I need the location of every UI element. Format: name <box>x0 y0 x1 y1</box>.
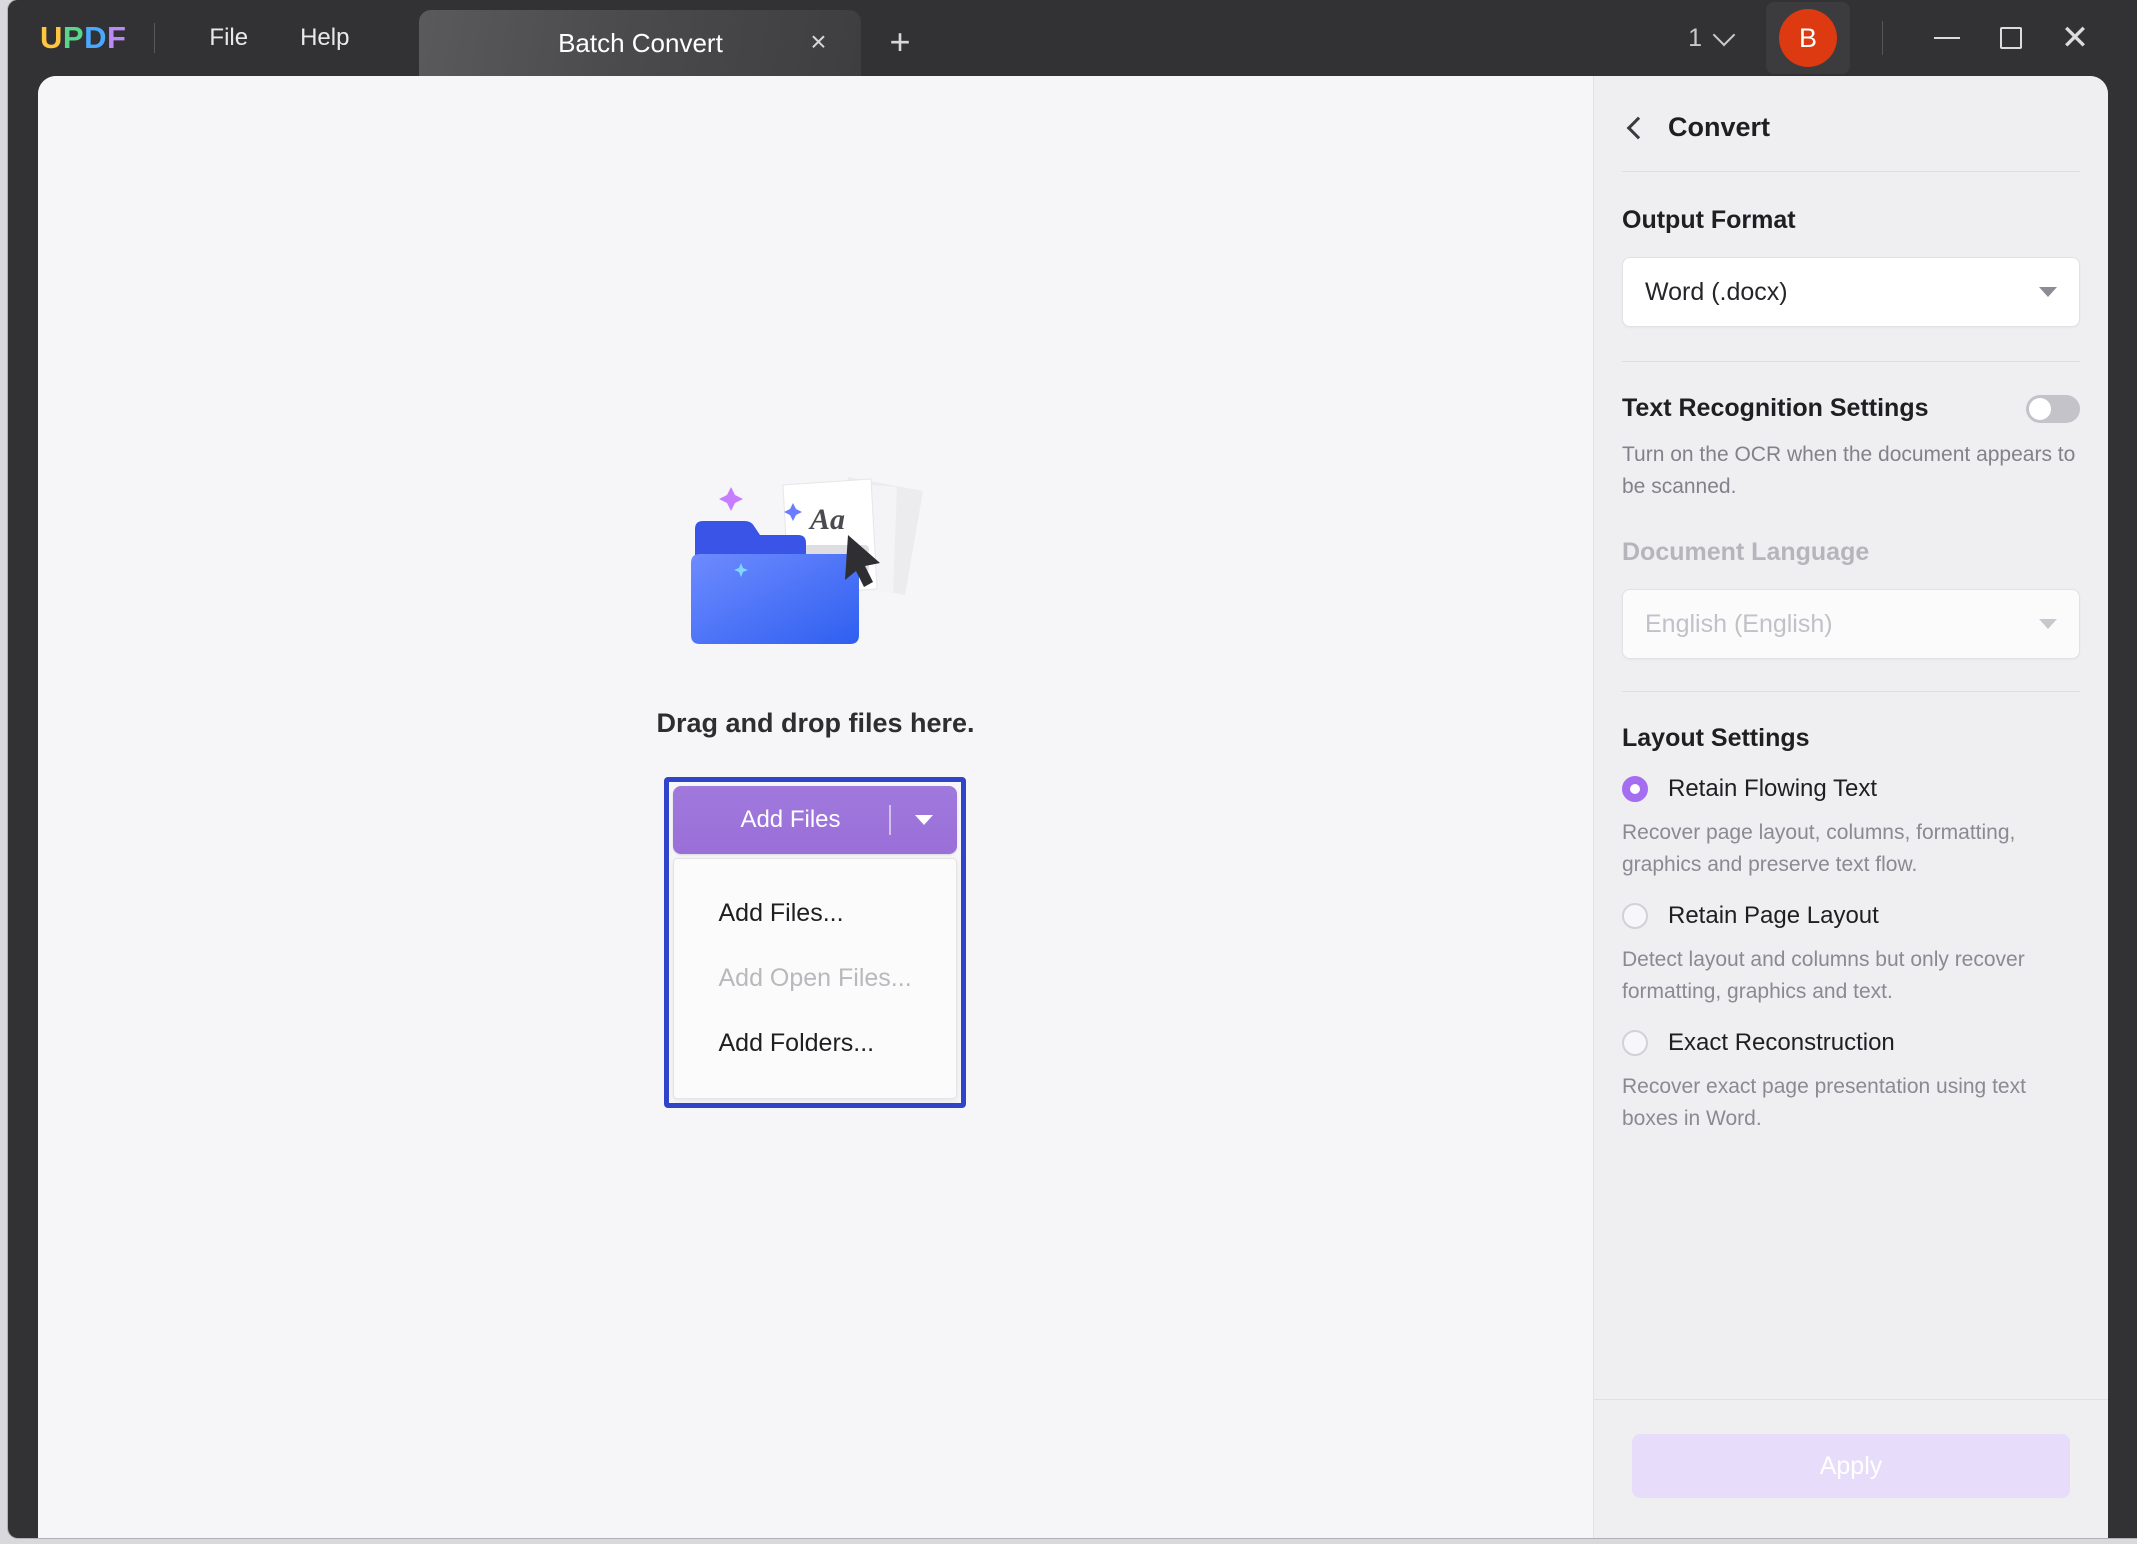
radio-hint: Detect layout and columns but only recov… <box>1622 944 2080 1007</box>
logo-letter-f: F <box>107 20 126 56</box>
add-files-highlight-group: Add Files Add Files... Add Open Files...… <box>664 777 966 1108</box>
add-files-button[interactable]: Add Files <box>673 786 957 854</box>
window-close-button[interactable]: ✕ <box>2043 6 2107 70</box>
radio-label: Retain Flowing Text <box>1668 775 1877 803</box>
text-recognition-heading: Text Recognition Settings <box>1622 394 1929 423</box>
radio-icon-selected <box>1622 776 1648 802</box>
panel-header: Convert <box>1594 76 2108 143</box>
app-window: U P D F File Help Batch Convert × + 1 B <box>8 0 2137 1538</box>
menu-item-add-files[interactable]: Add Files... <box>674 881 956 946</box>
minimize-button[interactable] <box>1915 6 1979 70</box>
chevron-down-icon <box>2039 287 2057 297</box>
divider <box>1622 361 2080 362</box>
account-button[interactable]: B <box>1766 2 1850 74</box>
back-chevron-icon[interactable] <box>1627 116 1650 139</box>
toggle-knob <box>2029 398 2051 420</box>
radio-label: Retain Page Layout <box>1668 902 1879 930</box>
apply-button[interactable]: Apply <box>1632 1434 2070 1498</box>
close-icon[interactable]: × <box>803 28 833 58</box>
menu-item-add-open-files: Add Open Files... <box>674 946 956 1011</box>
radio-hint: Recover page layout, columns, formatting… <box>1622 817 2080 880</box>
output-format-heading: Output Format <box>1622 206 2080 235</box>
minimize-icon <box>1934 37 1960 39</box>
output-format-value: Word (.docx) <box>1645 278 2039 307</box>
document-language-select: English (English) <box>1622 589 2080 659</box>
titlebar-right: 1 B ✕ <box>1688 0 2137 76</box>
panel-footer: Apply <box>1594 1399 2108 1538</box>
folder-documents-illustration: Aa <box>665 467 965 682</box>
logo-letter-p: P <box>63 20 84 56</box>
svg-text:Aa: Aa <box>808 503 845 536</box>
tab-label: Batch Convert <box>558 28 723 59</box>
radio-icon <box>1622 1030 1648 1056</box>
document-language-heading: Document Language <box>1622 538 2080 567</box>
menu-file[interactable]: File <box>183 16 274 60</box>
radio-retain-page-layout[interactable]: Retain Page Layout <box>1622 902 2080 930</box>
radio-label: Exact Reconstruction <box>1668 1029 1895 1057</box>
chevron-down-icon <box>1713 24 1736 47</box>
drop-zone: Aa <box>656 467 974 1108</box>
updf-logo: U P D F <box>40 20 126 56</box>
text-recognition-section: Text Recognition Settings Turn on the OC… <box>1594 394 2108 659</box>
maximize-icon <box>2000 27 2022 49</box>
layout-settings-section: Layout Settings Retain Flowing Text Reco… <box>1594 724 2108 1134</box>
text-recognition-header: Text Recognition Settings <box>1622 394 2080 423</box>
text-recognition-toggle[interactable] <box>2026 395 2080 423</box>
panel-title: Convert <box>1668 112 1770 143</box>
radio-icon <box>1622 903 1648 929</box>
tab-strip: Batch Convert × + <box>419 0 910 76</box>
chevron-down-icon <box>2039 619 2057 629</box>
logo-letter-d: D <box>84 20 107 56</box>
close-icon: ✕ <box>2061 21 2090 55</box>
tab-batch-convert[interactable]: Batch Convert × <box>419 10 861 76</box>
document-language-value: English (English) <box>1645 610 2039 639</box>
layout-settings-heading: Layout Settings <box>1622 724 2080 753</box>
file-drop-canvas[interactable]: Aa <box>38 76 1593 1538</box>
radio-retain-flowing-text[interactable]: Retain Flowing Text <box>1622 775 2080 803</box>
avatar: B <box>1779 9 1837 67</box>
text-recognition-hint: Turn on the OCR when the document appear… <box>1622 439 2080 502</box>
title-bar: U P D F File Help Batch Convert × + 1 B <box>8 0 2137 76</box>
radio-hint: Recover exact page presentation using te… <box>1622 1071 2080 1134</box>
convert-settings-panel: Convert Output Format Word (.docx) Text … <box>1593 76 2108 1538</box>
maximize-button[interactable] <box>1979 6 2043 70</box>
radio-exact-reconstruction[interactable]: Exact Reconstruction <box>1622 1029 2080 1057</box>
divider <box>1882 21 1883 55</box>
output-format-section: Output Format Word (.docx) <box>1594 206 2108 327</box>
add-files-label: Add Files <box>673 806 889 834</box>
window-count-value: 1 <box>1688 24 1702 53</box>
plus-icon[interactable]: + <box>889 24 910 60</box>
divider <box>154 23 155 53</box>
logo-letter-u: U <box>40 20 63 56</box>
divider <box>1622 171 2080 172</box>
content-area: Aa <box>38 76 2108 1538</box>
window-count-dropdown[interactable]: 1 <box>1688 24 1732 53</box>
menu-help[interactable]: Help <box>274 16 375 60</box>
output-format-select[interactable]: Word (.docx) <box>1622 257 2080 327</box>
divider <box>1622 691 2080 692</box>
caret-down-icon <box>915 815 933 825</box>
drop-zone-title: Drag and drop files here. <box>656 708 974 739</box>
add-files-menu: Add Files... Add Open Files... Add Folde… <box>673 858 957 1099</box>
menu-item-add-folders[interactable]: Add Folders... <box>674 1011 956 1076</box>
add-files-dropdown-toggle[interactable] <box>891 815 957 825</box>
